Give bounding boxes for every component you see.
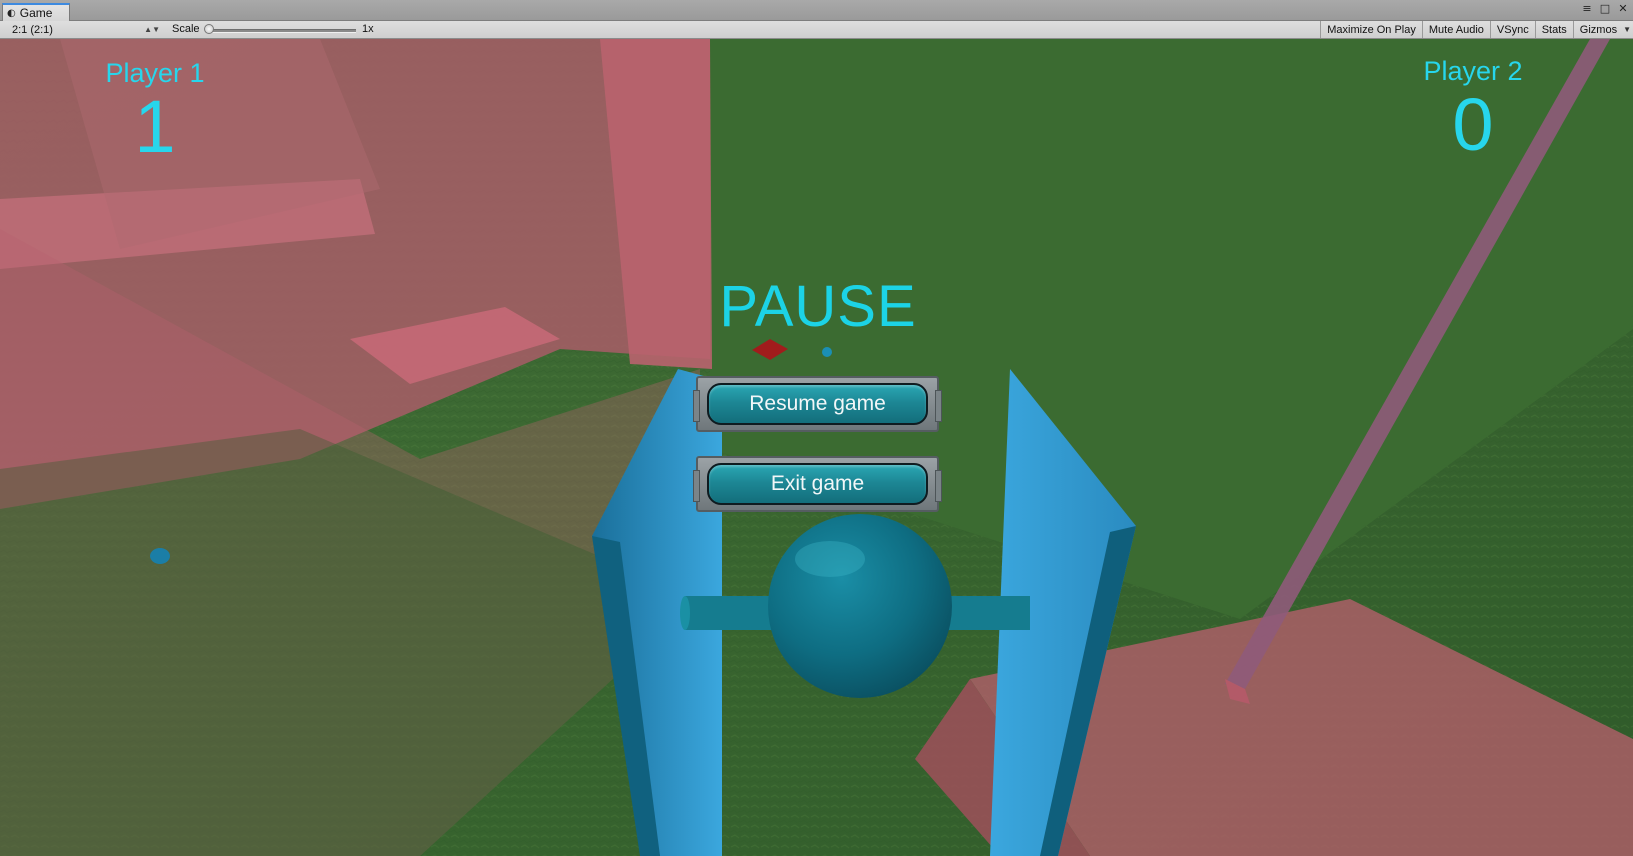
chevron-down-icon: ▼ xyxy=(1623,25,1631,34)
gizmos-label: Gizmos xyxy=(1579,23,1618,36)
menu-icon[interactable]: ≡ xyxy=(1581,2,1593,15)
maximize-on-play-button[interactable]: Maximize On Play xyxy=(1320,21,1422,38)
gizmos-dropdown[interactable]: Gizmos ▼ xyxy=(1572,21,1633,38)
scale-slider-track[interactable] xyxy=(208,29,356,33)
vsync-button[interactable]: VSync xyxy=(1489,21,1535,38)
aspect-ratio-dropdown[interactable]: 2:1 (2:1) ▲▼ xyxy=(6,22,164,37)
player1-score: 1 xyxy=(134,85,176,168)
updown-arrows-icon: ▲▼ xyxy=(144,25,160,34)
scale-label: Scale xyxy=(172,23,200,35)
game-viewport[interactable]: Player 1 1 Player 2 0 PAUSE Resume game … xyxy=(0,39,1633,856)
player1-hud: Player 1 1 xyxy=(105,60,205,164)
button-frame-notch xyxy=(935,470,942,502)
close-icon[interactable]: ✕ xyxy=(1617,2,1629,15)
button-frame-notch xyxy=(693,470,700,502)
game-view-toolbar: 2:1 (2:1) ▲▼ Scale 1x Maximize On Play M… xyxy=(0,21,1633,39)
mute-audio-button[interactable]: Mute Audio xyxy=(1421,21,1490,38)
game-scene xyxy=(0,39,1633,856)
stats-button[interactable]: Stats xyxy=(1534,21,1573,38)
toolbar-toggles: Maximize On Play Mute Audio VSync Stats … xyxy=(1320,21,1633,39)
button-frame-notch xyxy=(935,390,942,422)
game-controller-icon: ◐ xyxy=(7,7,16,19)
player2-name: Player 2 xyxy=(1423,56,1523,86)
tab-game-label: Game xyxy=(19,6,53,20)
resume-game-button[interactable]: Resume game xyxy=(693,376,942,432)
resume-game-label: Resume game xyxy=(707,383,928,425)
player2-score: 0 xyxy=(1452,83,1494,166)
button-frame-notch xyxy=(693,390,700,422)
tab-game[interactable]: ◐ Game xyxy=(2,3,70,21)
window-tab-bar: ◐ Game ≡ □ ✕ xyxy=(0,0,1633,21)
player1-name: Player 1 xyxy=(105,58,205,88)
player2-hud: Player 2 0 xyxy=(1418,58,1528,162)
exit-game-button[interactable]: Exit game xyxy=(693,456,942,512)
scale-value: 1x xyxy=(362,23,374,35)
window-controls: ≡ □ ✕ xyxy=(1581,2,1629,15)
scale-slider-thumb[interactable] xyxy=(204,24,214,34)
aspect-ratio-value: 2:1 (2:1) xyxy=(12,23,53,36)
ship-cockpit xyxy=(768,514,952,698)
exit-game-label: Exit game xyxy=(707,463,928,505)
pause-title: PAUSE xyxy=(719,274,917,339)
maximize-icon[interactable]: □ xyxy=(1599,2,1611,15)
